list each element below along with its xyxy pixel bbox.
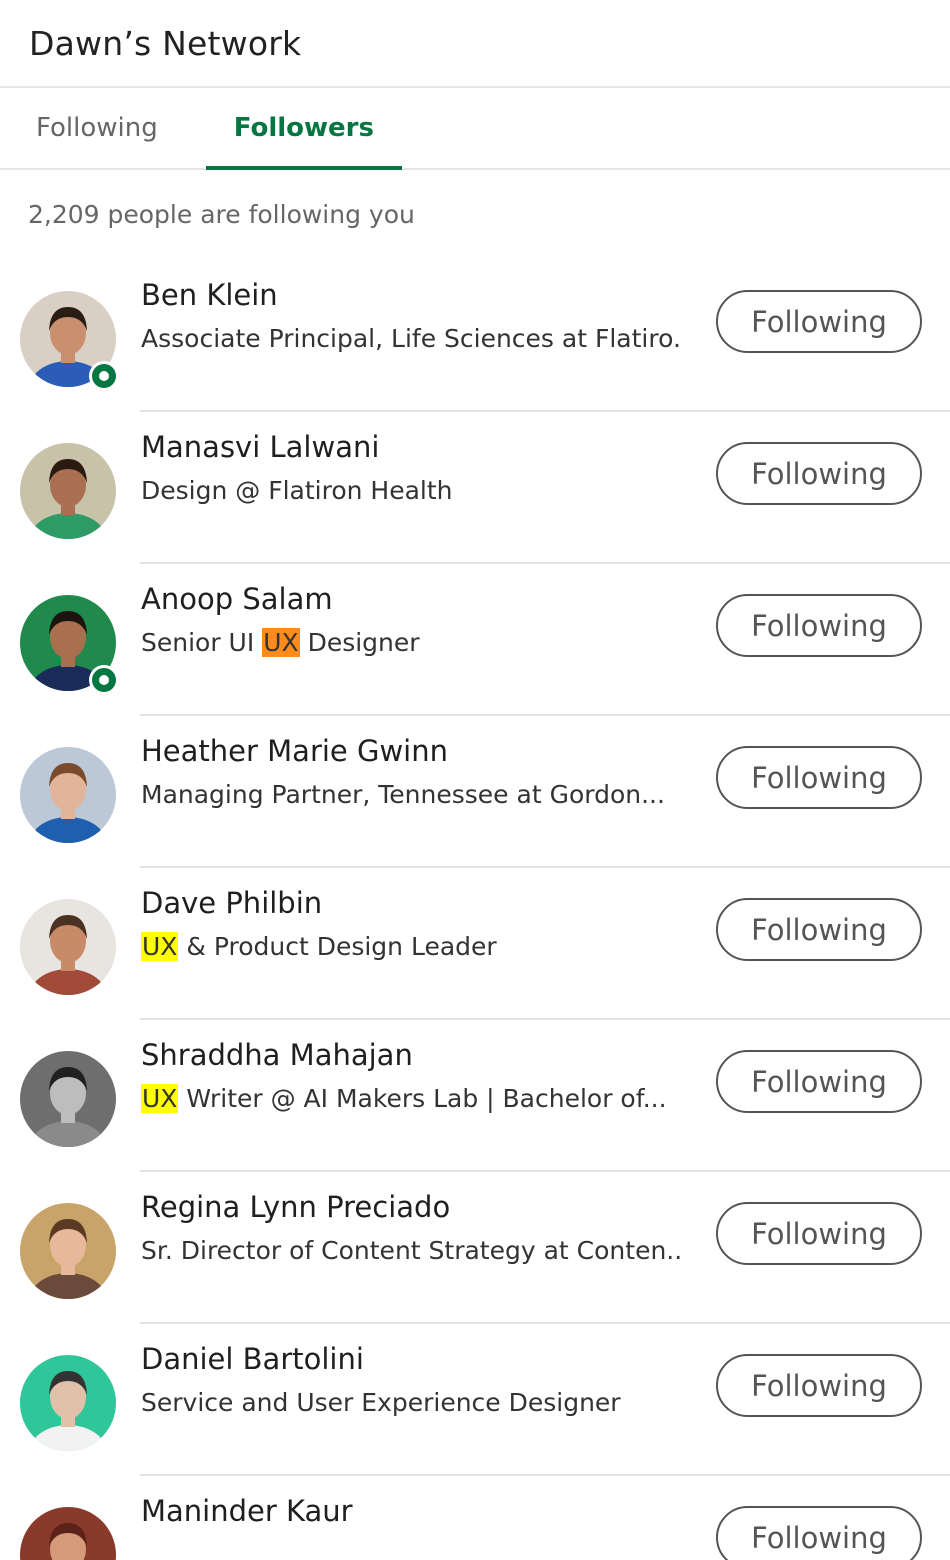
follower-headline: Senior UI UX Designer bbox=[141, 628, 420, 657]
headline-text: Design @ Flatiron Health bbox=[141, 476, 453, 505]
network-page: Dawn’s Network Following Followers 2,209… bbox=[0, 0, 950, 1560]
search-highlight: UX bbox=[141, 932, 179, 961]
follower-headline: Sr. Director of Content Strategy at Cont… bbox=[141, 1236, 681, 1265]
follower-headline: UX Writer @ AI Makers Lab | Bachelor of.… bbox=[141, 1084, 667, 1113]
follower-name[interactable]: Manasvi Lalwani bbox=[141, 430, 379, 464]
headline-text: Designer bbox=[299, 628, 420, 657]
follower-row[interactable]: Manasvi Lalwani Design @ Flatiron Health F… bbox=[0, 412, 950, 564]
page-title: Dawn’s Network bbox=[29, 23, 302, 63]
follower-name[interactable]: Dave Philbin bbox=[141, 886, 322, 920]
following-button[interactable]: Following bbox=[716, 898, 922, 961]
page-header: Dawn’s Network bbox=[0, 0, 950, 88]
avatar[interactable] bbox=[20, 899, 116, 995]
following-button[interactable]: Following bbox=[716, 1050, 922, 1113]
following-button[interactable]: Following bbox=[716, 594, 922, 657]
follower-row[interactable]: Heather Marie Gwinn Managing Partner, Ten… bbox=[0, 716, 950, 868]
headline-text: Service and User Experience Designer bbox=[141, 1388, 621, 1417]
follower-name[interactable]: Regina Lynn Preciado bbox=[141, 1190, 450, 1224]
follower-headline: Design @ Flatiron Health bbox=[141, 476, 453, 505]
follower-headline: Service and User Experience Designer bbox=[141, 1388, 621, 1417]
following-button[interactable]: Following bbox=[716, 1354, 922, 1417]
following-button[interactable]: Following bbox=[716, 746, 922, 809]
search-highlight: UX bbox=[141, 1084, 179, 1113]
follower-headline: UX & Product Design Leader bbox=[141, 932, 497, 961]
follower-row[interactable]: Ben Klein Associate Principal, Life Scien… bbox=[0, 260, 950, 412]
follower-headline: Managing Partner, Tennessee at Gordon... bbox=[141, 780, 665, 809]
follower-row[interactable]: Dave Philbin UX & Product Design Leader Fo… bbox=[0, 868, 950, 1020]
follower-name[interactable]: Daniel Bartolini bbox=[141, 1342, 364, 1376]
avatar[interactable] bbox=[20, 443, 116, 539]
tab-followers[interactable]: Followers bbox=[205, 88, 403, 170]
follower-headline: Associate Principal, Life Sciences at Fl… bbox=[141, 324, 681, 353]
follower-name[interactable]: Heather Marie Gwinn bbox=[141, 734, 448, 768]
online-status-icon bbox=[89, 361, 119, 391]
followers-count: 2,209 people are following you bbox=[28, 200, 415, 229]
following-button[interactable]: Following bbox=[716, 1506, 922, 1560]
following-button[interactable]: Following bbox=[716, 290, 922, 353]
search-highlight: UX bbox=[262, 628, 300, 657]
followers-list: Ben Klein Associate Principal, Life Scien… bbox=[0, 260, 950, 1560]
headline-text: & Product Design Leader bbox=[178, 932, 497, 961]
avatar[interactable] bbox=[20, 747, 116, 843]
avatar[interactable] bbox=[20, 1203, 116, 1299]
follower-row[interactable]: Maninder Kaur Following bbox=[0, 1476, 950, 1560]
headline-text: Senior UI bbox=[141, 628, 263, 657]
headline-text: Managing Partner, Tennessee at Gordon... bbox=[141, 780, 665, 809]
avatar[interactable] bbox=[20, 1355, 116, 1451]
following-button[interactable]: Following bbox=[716, 1202, 922, 1265]
follower-name[interactable]: Anoop Salam bbox=[141, 582, 333, 616]
follower-row[interactable]: Daniel Bartolini Service and User Experie… bbox=[0, 1324, 950, 1476]
avatar[interactable] bbox=[20, 1051, 116, 1147]
headline-text: Sr. Director of Content Strategy at Cont… bbox=[141, 1236, 681, 1265]
tab-bar: Following Followers bbox=[0, 88, 950, 170]
follower-row[interactable]: Regina Lynn Preciado Sr. Director of Cont… bbox=[0, 1172, 950, 1324]
tab-following[interactable]: Following bbox=[8, 88, 206, 168]
follower-row[interactable]: Shraddha Mahajan UX Writer @ AI Makers La… bbox=[0, 1020, 950, 1172]
online-status-icon bbox=[89, 665, 119, 695]
follower-row[interactable]: Anoop Salam Senior UI UX Designer Followin… bbox=[0, 564, 950, 716]
headline-text: Associate Principal, Life Sciences at Fl… bbox=[141, 324, 681, 353]
avatar[interactable] bbox=[20, 1507, 116, 1560]
following-button[interactable]: Following bbox=[716, 442, 922, 505]
follower-name[interactable]: Maninder Kaur bbox=[141, 1494, 353, 1528]
follower-name[interactable]: Ben Klein bbox=[141, 278, 278, 312]
headline-text: Writer @ AI Makers Lab | Bachelor of... bbox=[178, 1084, 667, 1113]
follower-name[interactable]: Shraddha Mahajan bbox=[141, 1038, 413, 1072]
